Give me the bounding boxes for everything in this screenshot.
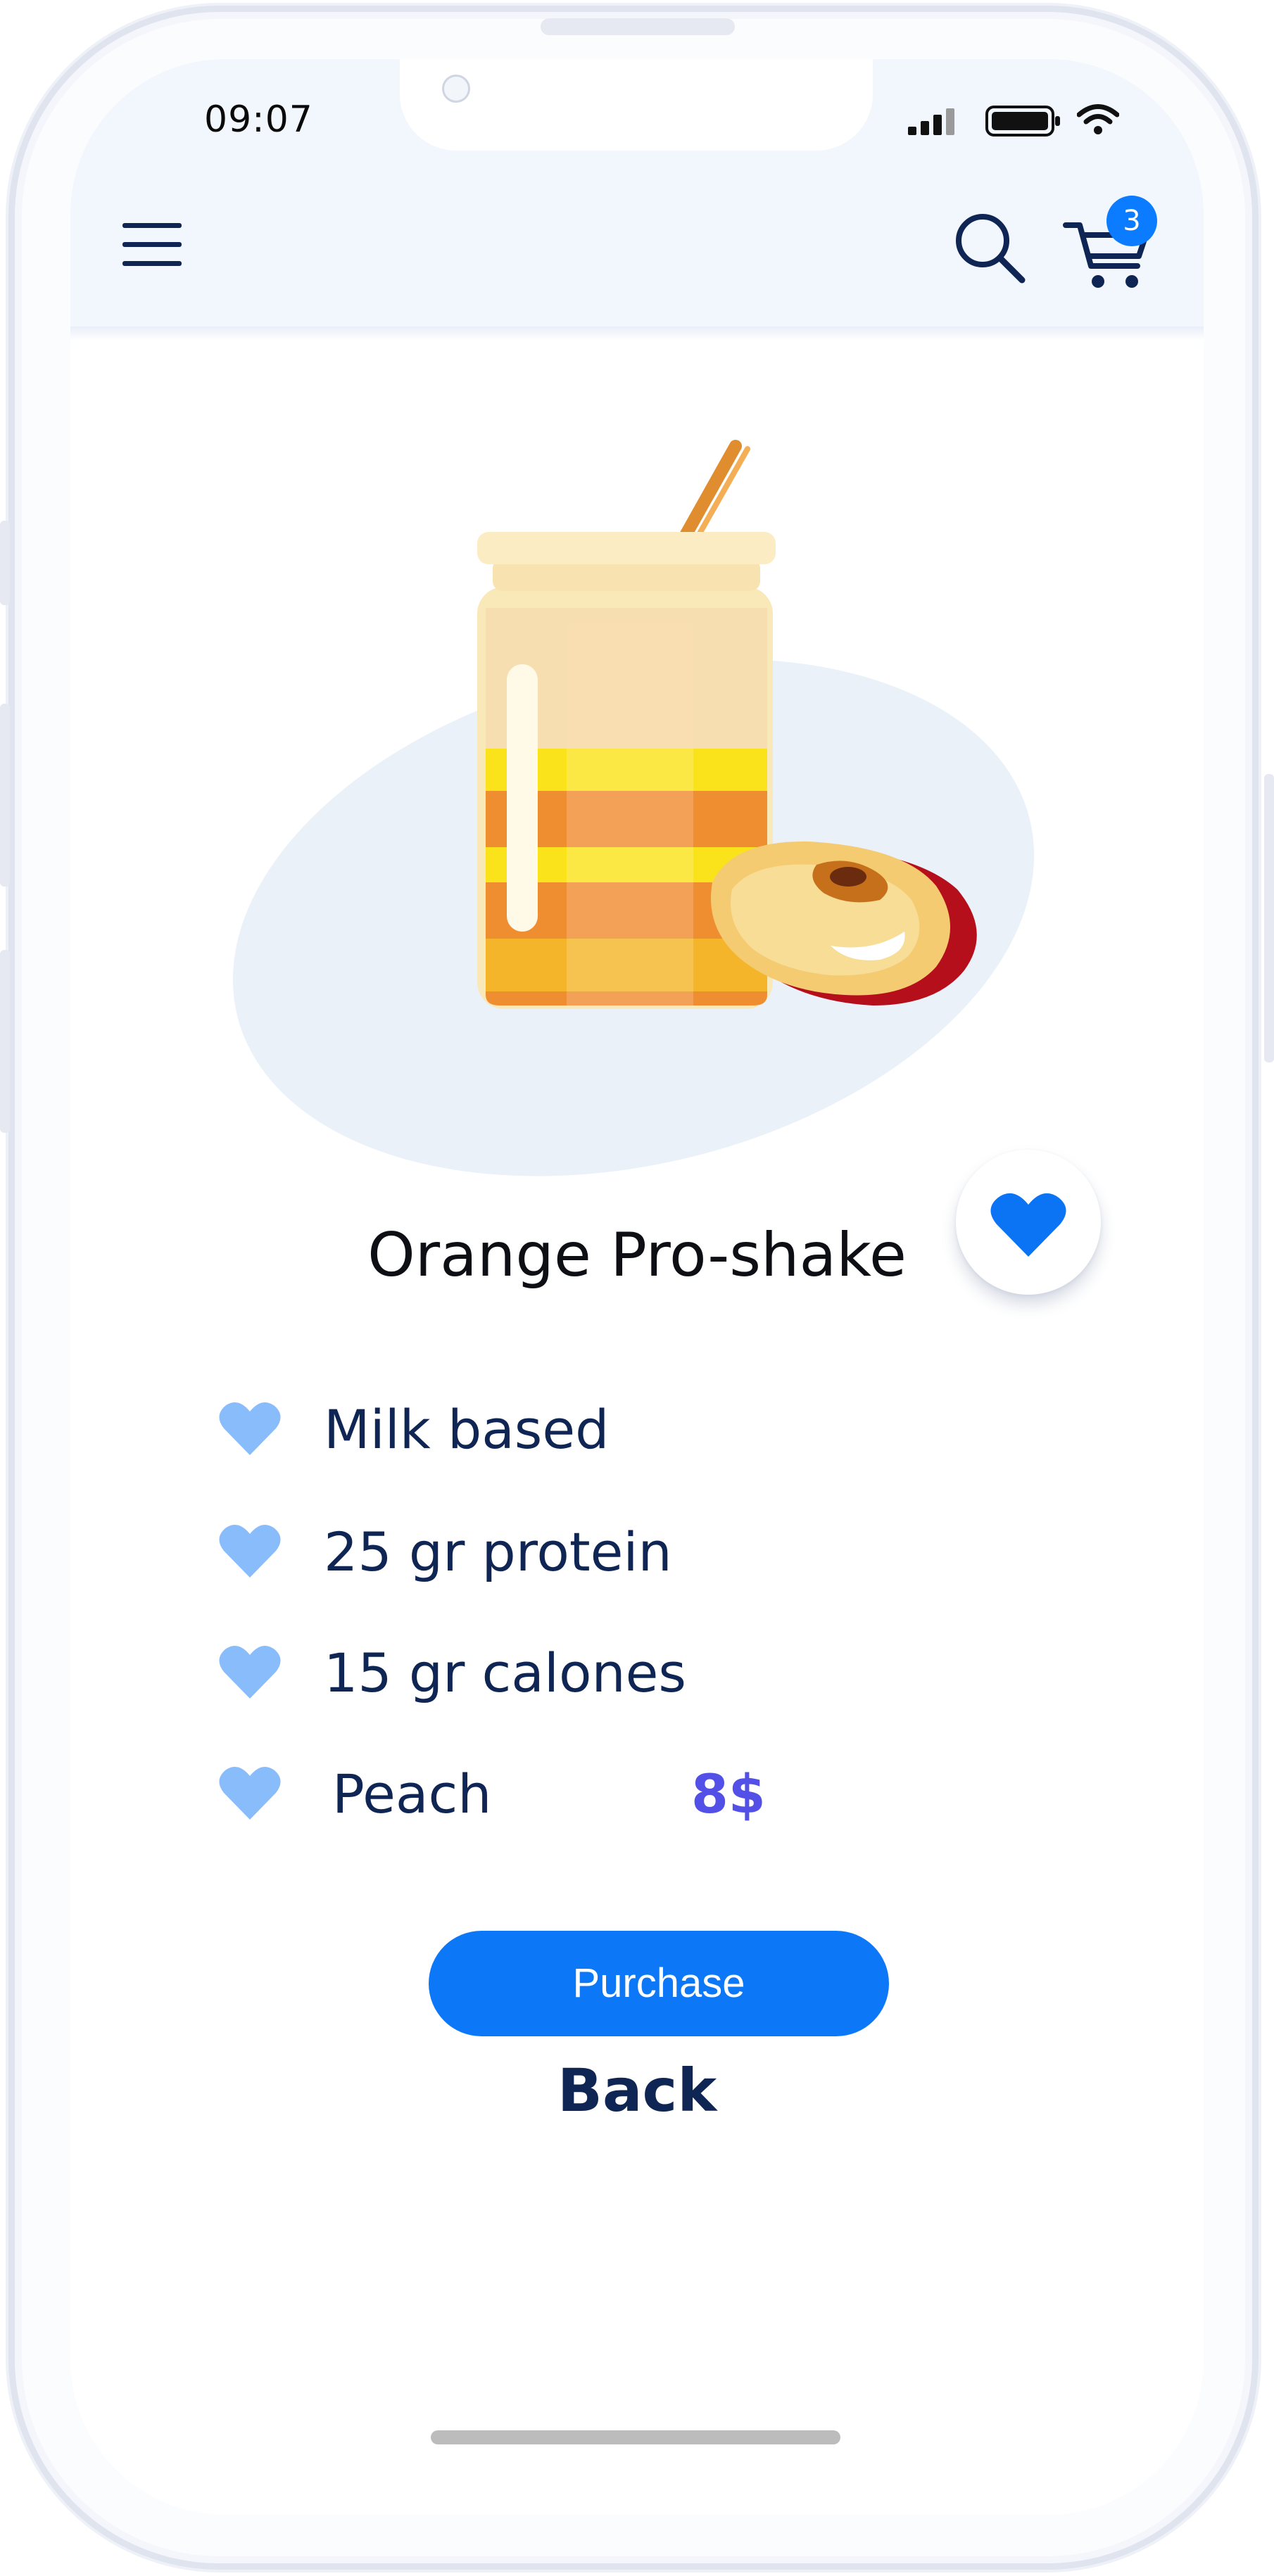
back-button[interactable]: Back	[70, 2056, 1204, 2125]
phone-side-button	[0, 704, 10, 887]
phone-speaker	[541, 18, 735, 35]
phone-side-button	[0, 950, 10, 1133]
feature-label: 25 gr protein	[324, 1521, 672, 1583]
phone-side-button	[1264, 774, 1274, 1062]
product-price: 8$	[691, 1763, 766, 1825]
feature-label: Peach	[332, 1763, 492, 1825]
camera-notch	[400, 59, 873, 151]
signal-icon	[908, 108, 954, 135]
front-camera	[442, 75, 470, 103]
purchase-button[interactable]: Purchase	[429, 1931, 889, 2036]
heart-icon	[219, 1646, 281, 1699]
home-indicator	[431, 2430, 840, 2444]
product-title: Orange Pro-shake	[367, 1220, 907, 1290]
heart-icon	[219, 1767, 281, 1820]
battery-icon	[985, 106, 1060, 137]
phone-side-button	[0, 521, 10, 605]
hamburger-menu-icon[interactable]	[122, 221, 182, 267]
app-header: 09:07 3	[70, 59, 1204, 326]
heart-icon	[219, 1525, 281, 1578]
phone-screen: 09:07 3 Orange Pro-shake Milk based 25 g…	[70, 59, 1204, 2515]
feature-label: 15 gr calones	[324, 1642, 687, 1704]
status-time: 09:07	[204, 99, 313, 141]
cart-count-badge: 3	[1106, 196, 1157, 246]
wifi-icon	[1077, 104, 1119, 134]
feature-label: Milk based	[324, 1398, 610, 1461]
product-image	[232, 440, 1035, 1176]
heart-icon	[219, 1402, 281, 1455]
search-icon[interactable]	[953, 211, 1026, 284]
header-shadow	[70, 326, 1204, 341]
